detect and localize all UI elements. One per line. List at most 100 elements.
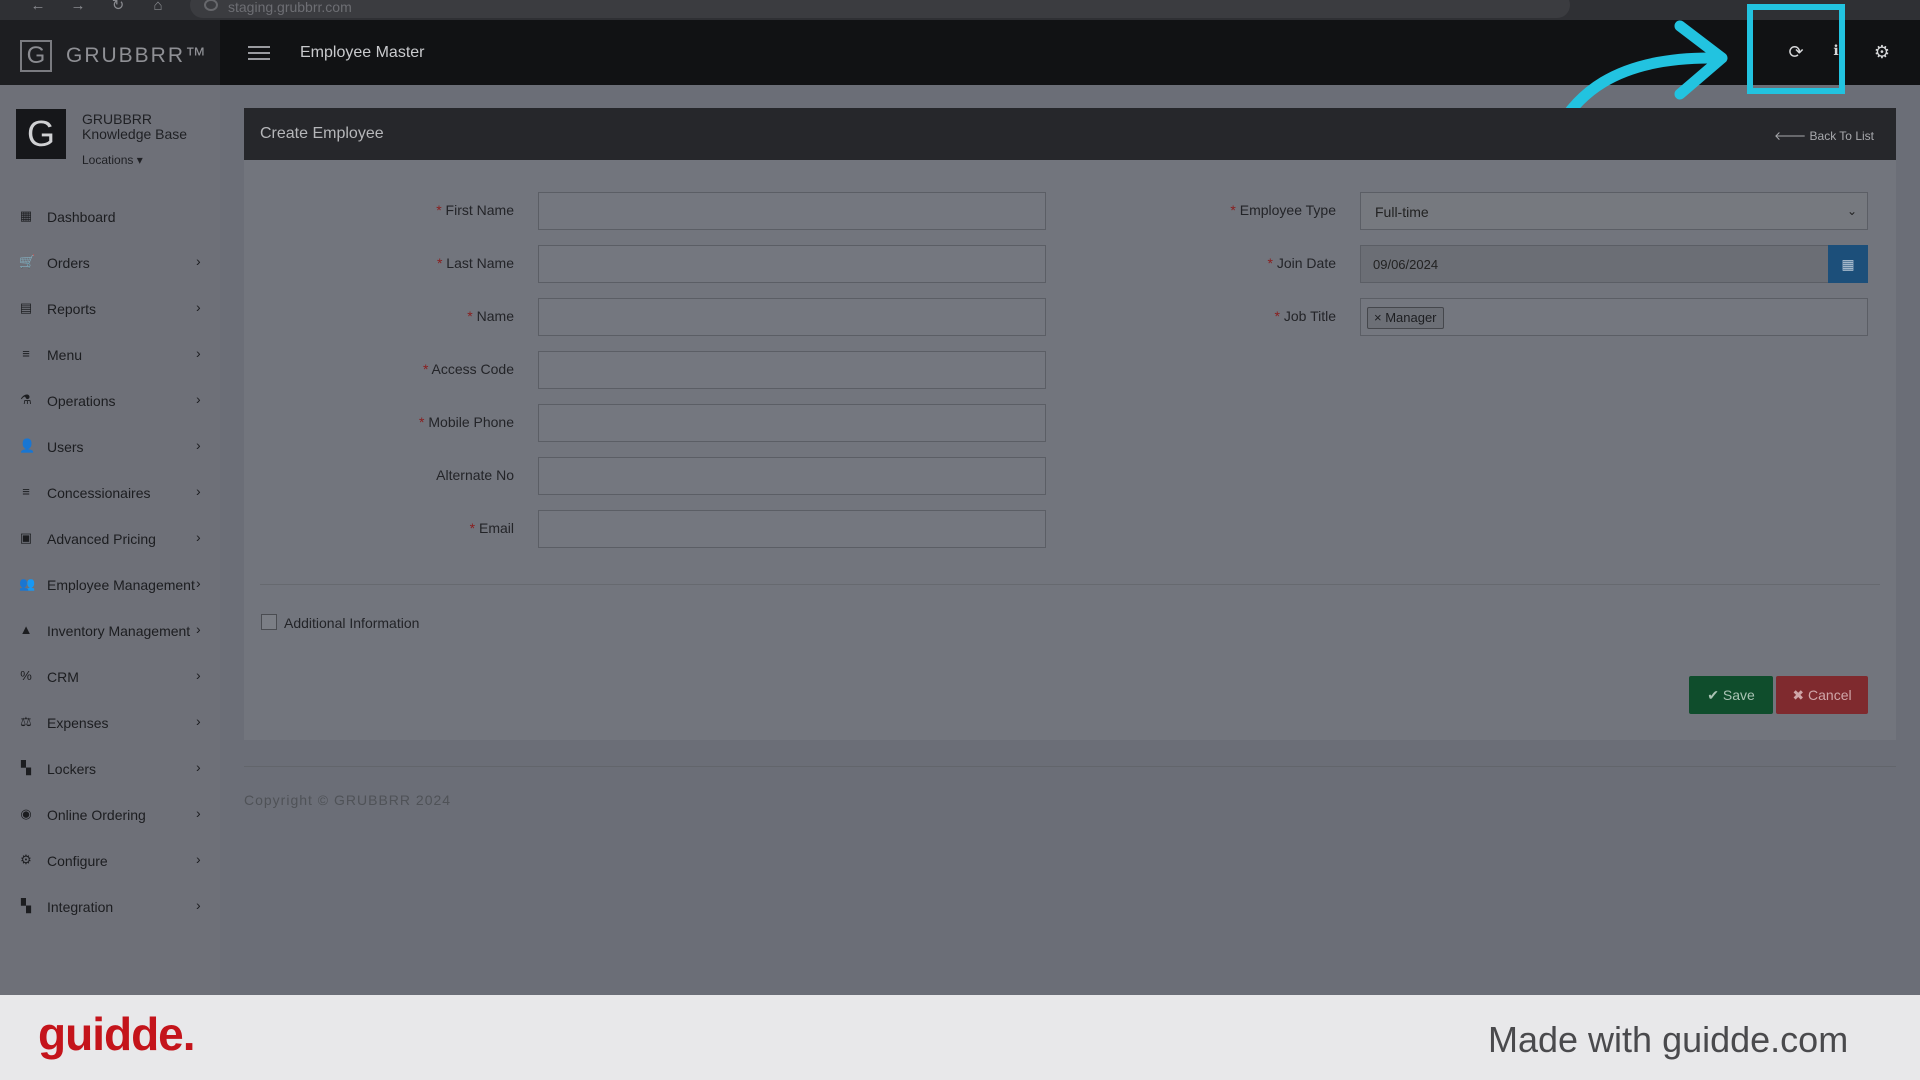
- address-bar[interactable]: staging.grubbrr.com: [190, 0, 1570, 18]
- access-code-label: * Access Code: [422, 361, 514, 377]
- flask-icon: ⚗: [20, 392, 32, 407]
- sidebar-item-label: Orders: [47, 255, 90, 271]
- sidebar-item-lockers[interactable]: ▚ Lockers ›: [0, 749, 220, 789]
- sidebar-item-users[interactable]: 👤 Users ›: [0, 427, 220, 467]
- sidebar-item-inventory-management[interactable]: ▲ Inventory Management ›: [0, 611, 220, 651]
- create-employee-panel: Create Employee 🡐 Back To List * First N…: [244, 108, 1896, 740]
- sidebar-item-label: Users: [47, 439, 84, 455]
- name-label: * Name: [467, 308, 514, 324]
- brand-area[interactable]: G GRUBBRR™: [0, 20, 220, 85]
- sidebar-item-employee-management[interactable]: 👥 Employee Management ›: [0, 565, 220, 605]
- sidebar-item-label: Configure: [47, 853, 108, 869]
- list-icon: ≡: [22, 484, 30, 499]
- cart-icon: 🛒: [19, 254, 36, 269]
- employee-type-label: * Employee Type: [1230, 202, 1336, 218]
- required-marker: *: [1230, 202, 1240, 218]
- job-title-field[interactable]: × Manager: [1360, 298, 1868, 336]
- sidebar-item-label: Operations: [47, 393, 116, 409]
- sitemap-icon: ▲: [19, 622, 33, 637]
- form-divider: [260, 584, 1880, 585]
- sidebar-item-menu[interactable]: ≡ Menu ›: [0, 335, 220, 375]
- guidde-logo: guidde.: [38, 1008, 196, 1060]
- sidebar-item-dashboard[interactable]: ▦ Dashboard: [0, 197, 220, 237]
- sidebar-item-operations[interactable]: ⚗ Operations ›: [0, 381, 220, 421]
- sidebar-item-expenses[interactable]: ⚖ Expenses ›: [0, 703, 220, 743]
- sidebar-item-label: Advanced Pricing: [47, 531, 156, 547]
- avatar: G: [16, 109, 66, 159]
- calendar-icon[interactable]: ▦: [1828, 245, 1868, 283]
- profile-name: GRUBBRR Knowledge Base: [82, 111, 188, 142]
- alternate-no-field[interactable]: [538, 457, 1046, 495]
- access-code-field[interactable]: [538, 351, 1046, 389]
- back-arrow-icon[interactable]: ←: [28, 0, 48, 14]
- chevron-right-icon: ›: [196, 253, 201, 269]
- sidebar-item-configure[interactable]: ⚙ Configure ›: [0, 841, 220, 881]
- integration-icon: ▚: [21, 898, 31, 913]
- sidebar-item-label: CRM: [47, 669, 79, 685]
- last-name-field[interactable]: [538, 245, 1046, 283]
- sidebar-item-integration[interactable]: ▚ Integration ›: [0, 887, 220, 927]
- required-marker: *: [1274, 308, 1284, 324]
- sidebar-item-orders[interactable]: 🛒 Orders ›: [0, 243, 220, 283]
- chevron-right-icon: ›: [196, 299, 201, 315]
- required-marker: *: [422, 361, 432, 377]
- sidebar-item-concessionaires[interactable]: ≡ Concessionaires ›: [0, 473, 220, 513]
- sidebar-item-label: Menu: [47, 347, 83, 363]
- chevron-right-icon: ›: [196, 575, 201, 591]
- join-date-field[interactable]: 09/06/2024: [1360, 245, 1829, 283]
- dashboard-icon: ▦: [19, 208, 33, 223]
- balance-scale-icon: ⚖: [20, 714, 32, 729]
- globe-icon: ◉: [20, 806, 32, 821]
- made-with-guidde-text: Made with guidde.com: [1488, 1019, 1849, 1060]
- hamburger-menu-icon[interactable]: [248, 46, 270, 60]
- site-info-icon[interactable]: [204, 0, 218, 11]
- sidebar-item-label: Dashboard: [47, 209, 116, 225]
- sidebar-item-label: Inventory Management: [47, 623, 191, 639]
- sidebar-item-label: Employee Management: [47, 577, 195, 593]
- employee-type-value: Full-time: [1375, 204, 1429, 220]
- join-date-label: * Join Date: [1267, 255, 1337, 271]
- cancel-button[interactable]: ✖ Cancel: [1776, 676, 1868, 714]
- sidebar-item-advanced-pricing[interactable]: ▣ Advanced Pricing ›: [0, 519, 220, 559]
- required-marker: *: [419, 414, 429, 430]
- additional-information-checkbox[interactable]: [261, 614, 277, 630]
- back-to-list-link[interactable]: 🡐 Back To List: [1774, 128, 1874, 143]
- sidebar-item-label: Expenses: [47, 715, 109, 731]
- copyright-text: Copyright © GRUBBRR 2024: [244, 792, 452, 808]
- employee-type-select[interactable]: Full-time ⌄: [1360, 192, 1868, 230]
- settings-gear-icon[interactable]: ⚙: [1870, 42, 1894, 63]
- page-title: Employee Master: [300, 44, 425, 61]
- chevron-right-icon: ›: [196, 391, 201, 407]
- users-group-icon: 👥: [19, 576, 36, 591]
- list-icon: ≡: [22, 346, 30, 361]
- chevron-right-icon: ›: [196, 897, 201, 913]
- chevron-right-icon: ›: [196, 851, 201, 867]
- home-icon[interactable]: ⌂: [148, 0, 168, 14]
- sidebar-item-crm[interactable]: % CRM ›: [0, 657, 220, 697]
- save-button[interactable]: ✔ Save: [1689, 676, 1773, 714]
- required-marker: *: [469, 520, 479, 536]
- sidebar-item-online-ordering[interactable]: ◉ Online Ordering ›: [0, 795, 220, 835]
- mobile-phone-field[interactable]: [538, 404, 1046, 442]
- job-title-tag[interactable]: × Manager: [1367, 307, 1444, 329]
- first-name-field[interactable]: [538, 192, 1046, 230]
- email-field[interactable]: [538, 510, 1046, 548]
- sidebar-item-label: Lockers: [47, 761, 97, 777]
- footer-divider: [244, 766, 1896, 767]
- grubbrr-logo-icon: G: [20, 40, 52, 72]
- gear-icon: ⚙: [20, 852, 32, 867]
- money-icon: ▣: [19, 530, 33, 545]
- guidde-banner: guidde. Made with guidde.com: [0, 995, 1920, 1080]
- panel-header: Create Employee 🡐 Back To List: [244, 108, 1896, 160]
- locations-dropdown[interactable]: Locations ▾: [82, 153, 143, 167]
- user-icon: 👤: [19, 438, 36, 453]
- required-marker: *: [1267, 255, 1277, 271]
- name-field[interactable]: [538, 298, 1046, 336]
- mobile-phone-label: * Mobile Phone: [419, 414, 514, 430]
- panel-title: Create Employee: [260, 125, 384, 142]
- chevron-right-icon: ›: [196, 437, 201, 453]
- sidebar-item-reports[interactable]: ▤ Reports ›: [0, 289, 220, 329]
- additional-information-label[interactable]: Additional Information: [284, 615, 419, 631]
- reload-icon[interactable]: ↻: [108, 0, 128, 14]
- forward-arrow-icon[interactable]: →: [68, 0, 88, 14]
